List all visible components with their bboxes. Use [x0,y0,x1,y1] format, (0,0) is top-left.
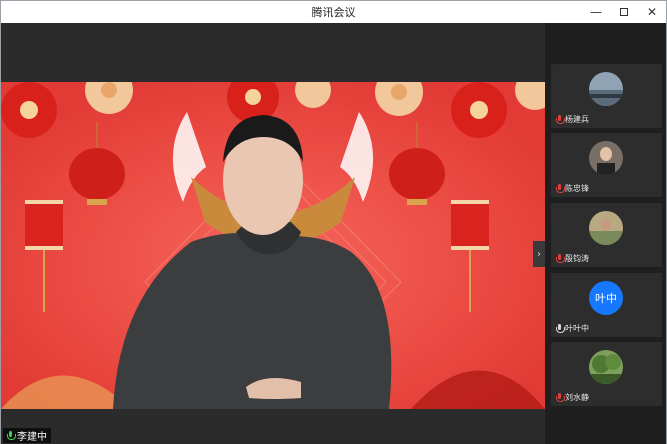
maximize-icon [620,8,628,16]
close-button[interactable]: ✕ [638,1,666,23]
title-bar: 腾讯会议 — ✕ [1,1,666,23]
microphone-icon [556,324,565,333]
minimize-button[interactable]: — [582,1,610,23]
avatar: 叶中 [589,281,623,315]
participant-tile[interactable]: 叶中 叶叶中 [551,273,662,337]
mic-muted-icon [556,393,565,402]
avatar [589,72,623,106]
participant-name: 叶叶中 [565,324,589,333]
participant-tile[interactable]: 殷钧涛 [551,203,662,267]
mic-muted-icon [556,254,565,263]
avatar-initials: 叶中 [595,292,617,305]
plum-flower-left [1,82,57,138]
participant-name: 殷钧涛 [565,254,589,263]
avatar [589,350,623,384]
participant-name: 陈忠锋 [565,184,589,193]
avatar [589,211,623,245]
microphone-icon [7,431,16,440]
main-video[interactable]: ☰ [1,82,545,409]
app-window: 腾讯会议 — ✕ › 李建中 杨建兵 陈忠锋 殷钧涛 叶中 叶叶中 刘水静 [0,0,667,444]
participant-name: 刘水静 [565,393,589,402]
avatar [589,141,623,175]
video-frame [1,82,545,409]
mic-muted-icon [556,184,565,193]
window-title: 腾讯会议 [311,6,356,19]
main-speaker-name: 李建中 [17,432,47,443]
participant-tile[interactable]: 陈忠锋 [551,133,662,197]
participant-tile[interactable]: 杨建兵 [551,64,662,128]
maximize-button[interactable] [610,1,638,23]
main-video-area: ☰ › 李建中 [1,23,545,444]
mic-muted-icon [556,115,565,124]
main-speaker-badge: 李建中 [3,428,51,443]
participant-tile[interactable]: 刘水静 [551,342,662,406]
participant-sidebar: 杨建兵 陈忠锋 殷钧涛 叶中 叶叶中 刘水静 [545,23,666,444]
participant-name: 杨建兵 [565,115,589,124]
collapse-sidebar-button[interactable]: › [533,241,545,267]
